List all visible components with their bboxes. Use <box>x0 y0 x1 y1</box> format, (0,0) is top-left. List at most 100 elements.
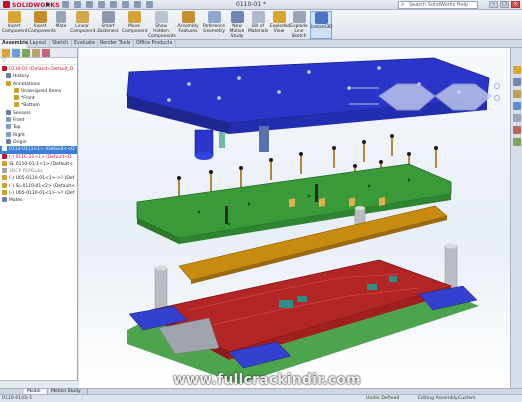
property-manager-tab-icon[interactable] <box>12 49 20 57</box>
custom-properties-icon[interactable] <box>513 138 521 146</box>
tree-item[interactable]: Mates <box>0 197 77 204</box>
tree-item[interactable]: *Front <box>0 95 77 102</box>
ribbon-label: Explode Line Sketch <box>290 24 308 39</box>
tree-item[interactable]: (-) U05-0110-01<1>->? (Def <box>0 175 77 182</box>
configuration-manager-tab-icon[interactable] <box>22 49 30 57</box>
ribbon-label: Insert Component <box>2 24 28 34</box>
tree-item-icon <box>6 73 11 79</box>
tree-item[interactable]: SL 0110-01-1<1> (Default< <box>0 160 77 168</box>
tree-item[interactable]: Sensors <box>0 109 77 117</box>
ribbon-label: New Motion Study <box>229 24 245 39</box>
assembly-model-view[interactable] <box>79 48 510 388</box>
status-definition: Under Defined <box>366 396 400 401</box>
tree-item[interactable]: Annotations <box>0 80 77 88</box>
new-document-icon[interactable] <box>62 1 69 8</box>
tree-item[interactable]: Front <box>0 117 77 124</box>
options-icon[interactable] <box>146 1 153 8</box>
minimize-button[interactable]: – <box>489 1 498 8</box>
tree-item[interactable]: Origin <box>0 138 77 146</box>
help-search-input[interactable]: ⌕ Search SolidWorks Help <box>398 1 478 9</box>
tree-item-label: Right <box>13 132 25 138</box>
tree-filter[interactable]: ▽ <box>0 58 77 65</box>
ribbon-label: Insert Components <box>28 24 56 34</box>
tree-item-label: (-) U05-0110-01<1>->? (Def <box>9 176 75 182</box>
rebuild-icon[interactable] <box>134 1 141 8</box>
select-icon[interactable] <box>122 1 129 8</box>
dimxpert-tab-icon[interactable] <box>32 49 40 57</box>
tree-item[interactable]: 0110-01 (Default<Default_D <box>0 66 77 73</box>
search-tab-icon[interactable] <box>513 102 521 110</box>
tree-item[interactable]: Unassigned Items <box>0 87 77 95</box>
file-explorer-icon[interactable] <box>513 90 521 98</box>
tree-item[interactable]: (-) SL-0110-01<2> (Default< <box>0 182 77 190</box>
tree-item-label: Sensors <box>13 110 31 116</box>
document-title: 0110-01 * <box>236 1 266 8</box>
ribbon-button-show-hidden[interactable]: Show Hidden Components <box>148 11 176 39</box>
task-pane <box>510 48 522 388</box>
tree-item-icon <box>2 153 7 159</box>
maximize-button[interactable]: □ <box>500 1 509 8</box>
ribbon-button-new-motion-study[interactable]: New Motion Study <box>228 11 246 39</box>
tab-evaluate[interactable]: Evaluate <box>72 40 98 48</box>
undo-icon[interactable] <box>110 1 117 8</box>
appearances-icon[interactable] <box>513 126 521 134</box>
ribbon-label: Bill of Materials <box>248 24 269 34</box>
tree-item[interactable]: Top <box>0 124 77 131</box>
tree-item-label: SL 0110-01-1<1> (Default< <box>9 161 73 167</box>
tab-office-products[interactable]: Office Products <box>134 40 176 48</box>
solidworks-resources-icon[interactable] <box>513 66 521 74</box>
close-button[interactable]: × <box>511 1 520 8</box>
ribbon-button-explode-line-sketch[interactable]: Explode Line Sketch <box>290 11 308 39</box>
ribbon-button-instant3d[interactable]: Instant3D <box>310 11 332 39</box>
tree-item-icon <box>6 109 11 115</box>
ribbon-button-move-component[interactable]: Move Component <box>122 11 148 34</box>
menu-expand-arrow-icon[interactable]: ▶ <box>46 1 51 8</box>
ribbon-button-mate[interactable]: Mate <box>54 11 68 29</box>
display-manager-tab-icon[interactable] <box>42 49 50 57</box>
open-document-icon[interactable] <box>74 1 81 8</box>
ribbon-button-smart-fasteners[interactable]: Smart Fasteners <box>96 11 120 34</box>
tree-item-icon <box>14 87 19 93</box>
tree-item-icon <box>6 124 11 130</box>
tab-layout[interactable]: Layout <box>28 40 50 48</box>
status-units[interactable]: Custom <box>458 395 476 402</box>
ribbon-button-exploded-view[interactable]: Exploded View <box>270 11 290 34</box>
ribbon-button-assembly-features[interactable]: Assembly Features <box>176 11 200 34</box>
design-library-icon[interactable] <box>513 78 521 86</box>
tab-render-tools[interactable]: Render Tools <box>98 40 134 48</box>
view-palette-icon[interactable] <box>513 114 521 122</box>
top-clamp-plate[interactable] <box>126 57 490 160</box>
app-logo[interactable]: SOLIDWORKS <box>3 1 60 9</box>
tree-item-icon <box>2 197 7 203</box>
ribbon-button-insert-component[interactable]: Insert Component <box>2 11 28 34</box>
tree-item-label: Unassigned Items <box>21 88 62 94</box>
ribbon-label: Move Component <box>122 24 148 34</box>
ribbon-button-reference-geometry[interactable]: Reference Geometry <box>202 11 226 34</box>
linear-pattern-icon <box>75 11 89 23</box>
tab-assemble[interactable]: Assemble <box>0 40 28 48</box>
tab-sketch[interactable]: Sketch <box>50 40 72 48</box>
tree-item-label: Mates <box>9 198 23 204</box>
tree-item[interactable]: History <box>0 73 77 80</box>
status-mode: Editing Assembly <box>418 396 458 401</box>
tree-item-label: History <box>13 74 30 80</box>
tree-item-icon <box>14 102 19 108</box>
ribbon-button-insert-components[interactable]: Insert Components <box>28 11 56 34</box>
tree-item[interactable]: (-) U05-0110-01<1>->? (Def <box>0 190 77 197</box>
tree-item[interactable]: Right <box>0 131 77 139</box>
graphics-area[interactable] <box>79 48 510 388</box>
tree-item[interactable]: 3DCP PEMSubs <box>0 168 77 175</box>
tree-item-icon <box>2 175 7 181</box>
tree-item[interactable]: *Bottom <box>0 102 77 109</box>
feature-manager-footer <box>0 380 78 388</box>
ribbon-button-linear-component[interactable]: Linear Component... <box>70 11 100 34</box>
tree-item[interactable]: 0110-0111<1> (Default<<D <box>0 146 77 154</box>
print-icon[interactable] <box>98 1 105 8</box>
command-manager: Insert Component Insert Components Mate … <box>0 10 522 40</box>
feature-tree-tab-icon[interactable] <box>2 49 10 57</box>
explode-line-icon <box>292 11 306 23</box>
ribbon-label: Smart Fasteners <box>97 24 119 34</box>
save-icon[interactable] <box>86 1 93 8</box>
ribbon-button-bill-of-materials[interactable]: Bill of Materials <box>248 11 268 34</box>
tree-item[interactable]: (-) 011E-31<1> (Default<D <box>0 153 77 161</box>
